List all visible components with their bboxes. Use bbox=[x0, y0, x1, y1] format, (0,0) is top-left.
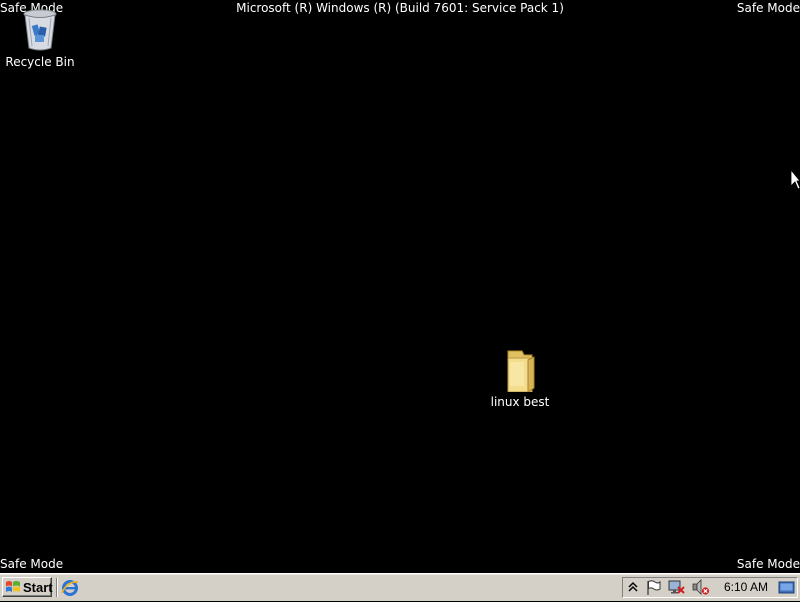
desktop-icon-label: Recycle Bin bbox=[5, 55, 75, 69]
volume-muted-icon[interactable] bbox=[692, 579, 710, 596]
start-label: Start bbox=[23, 579, 53, 595]
taskbar: Start 6:10 AM bbox=[0, 573, 800, 601]
show-hidden-icons-icon[interactable] bbox=[627, 580, 639, 594]
notification-area: 6:10 AM bbox=[622, 577, 798, 598]
desktop-icon-label: linux best bbox=[490, 395, 550, 409]
windows-build-label: Microsoft (R) Windows (R) (Build 7601: S… bbox=[236, 1, 564, 15]
action-center-flag-icon[interactable] bbox=[645, 579, 663, 596]
taskbar-separator bbox=[56, 578, 58, 597]
recycle-bin-icon bbox=[20, 8, 60, 52]
safe-mode-label-bottom-right: Safe Mode bbox=[736, 557, 800, 571]
safe-mode-label-top-right: Safe Mode bbox=[736, 1, 800, 15]
network-disconnected-icon[interactable] bbox=[668, 579, 686, 596]
desktop-icon-recycle-bin[interactable]: Recycle Bin bbox=[0, 8, 80, 69]
desktop-icon-linux-best-folder[interactable]: linux best bbox=[480, 348, 560, 409]
mouse-pointer-icon bbox=[790, 168, 800, 190]
show-desktop-icon[interactable] bbox=[778, 579, 796, 596]
desktop[interactable]: Safe Mode Microsoft (R) Windows (R) (Bui… bbox=[0, 0, 800, 573]
clock[interactable]: 6:10 AM bbox=[724, 580, 768, 594]
internet-explorer-icon[interactable] bbox=[61, 579, 79, 597]
windows-logo-icon bbox=[5, 579, 21, 595]
start-button[interactable]: Start bbox=[2, 577, 53, 597]
folder-icon bbox=[500, 348, 540, 393]
safe-mode-label-bottom-left: Safe Mode bbox=[0, 557, 64, 571]
